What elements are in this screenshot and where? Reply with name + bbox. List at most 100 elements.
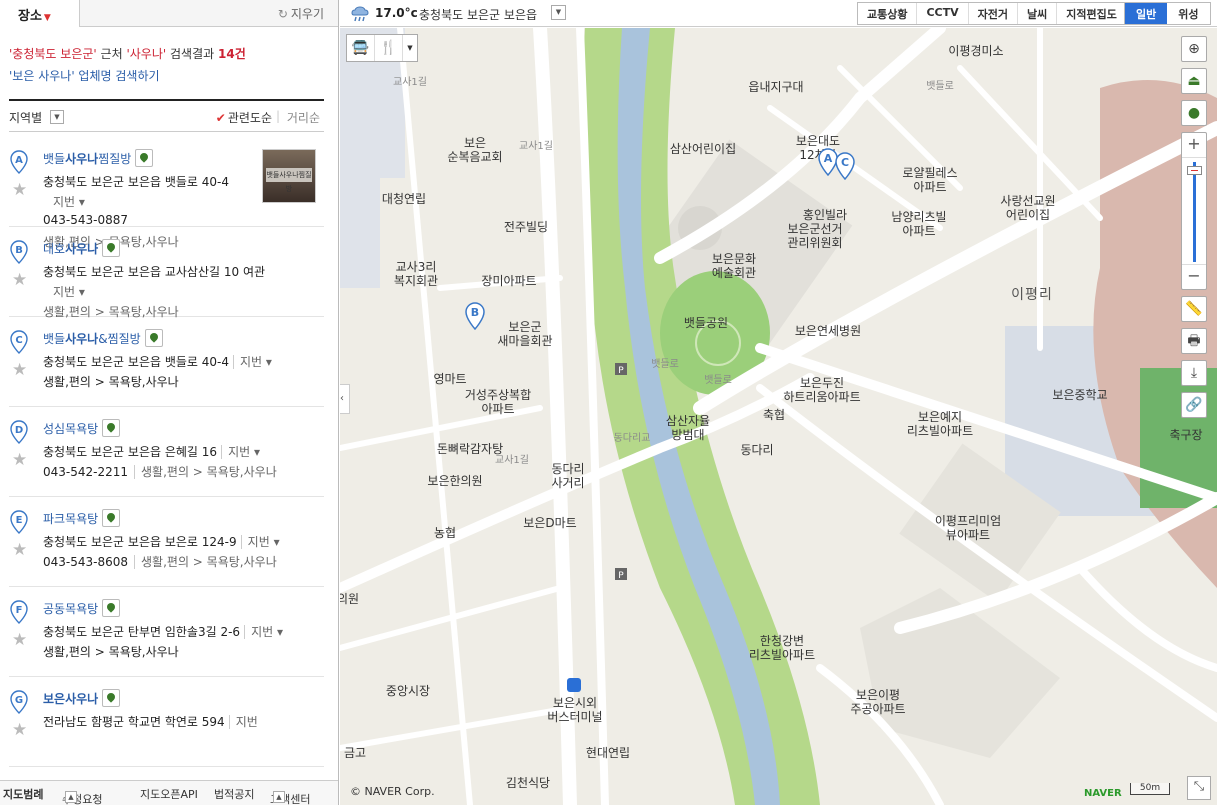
jibun-toggle[interactable]: 지번 [244, 625, 274, 639]
map-api-link[interactable]: 지도오픈API [140, 786, 198, 802]
region-dropdown-button[interactable]: ▼ [50, 110, 64, 124]
map-label: 전주빌딩 [503, 220, 549, 234]
jibun-toggle[interactable]: 지번 [228, 715, 258, 729]
download-icon[interactable]: ⤓ [1181, 360, 1207, 386]
map-category-filter: 🚍 🍴 ▼ [346, 34, 418, 62]
fullscreen-icon[interactable]: ⤡ [1187, 776, 1211, 800]
link-icon[interactable]: 🔗 [1181, 392, 1207, 418]
jibun-toggle[interactable]: 지번 [53, 195, 75, 209]
jibun-toggle[interactable]: 지번 [233, 355, 263, 369]
result-title[interactable]: 대호사우나 [43, 239, 121, 257]
restaurant-icon[interactable]: 🍴 [375, 35, 403, 61]
result-address: 충청북도 보은군 보은읍 뱃들로 40-4 지번 ▾ [43, 353, 272, 370]
result-title[interactable]: 뱃들사우나&찜질방 [43, 329, 163, 347]
address-text: 충청북도 보은군 보은읍 뱃들로 40-4 [43, 175, 230, 189]
title-highlight: 사우나 [65, 332, 99, 346]
map-pin-badge-icon[interactable] [102, 599, 121, 617]
map-pin-badge-icon[interactable] [144, 329, 163, 347]
map-pin-badge-icon[interactable] [102, 239, 121, 257]
marker-pin-icon: A [10, 150, 28, 174]
crosshair-icon[interactable]: ⊕ [1181, 36, 1207, 62]
layer-bicycle-button[interactable]: 자전거 [968, 3, 1019, 24]
map-label: 남양리츠빌 아파트 [891, 210, 947, 238]
zoom-out-button[interactable]: − [1182, 265, 1206, 289]
result-thumbnail[interactable]: 뱃들사우나찜질방 [262, 149, 316, 203]
map-type-normal-button[interactable]: 일반 [1125, 3, 1168, 24]
list-item[interactable]: B ★ 대호사우나 충청북도 보은군 보은읍 교사삼산길 10 여관 지번 ▾ … [9, 227, 324, 319]
map-pin-badge-icon[interactable] [102, 509, 121, 527]
map-label: 이평프리미엄 뷰아파트 [934, 514, 1002, 542]
map-pin-badge-icon[interactable] [135, 149, 154, 167]
result-title[interactable]: 공동목욕탕 [43, 599, 121, 617]
result-category: 생활,편의 > 목욕탕,사우나 [134, 465, 277, 479]
layer-cctv-button[interactable]: CCTV [917, 3, 969, 24]
print-icon[interactable]: 🖶 [1181, 328, 1207, 354]
map-label: 보은D마트 [523, 516, 577, 530]
clear-button[interactable]: ↻ 지우기 [278, 5, 324, 22]
map-type-satellite-button[interactable]: 위성 [1167, 3, 1209, 24]
results-list: A ★ 뱃들사우나찜질방 충청북도 보은군 보은읍 뱃들로 40-4 지번 ▾ … [9, 137, 324, 767]
star-icon[interactable]: ★ [12, 360, 27, 380]
map-pin-badge-icon[interactable] [102, 419, 121, 437]
star-icon[interactable]: ★ [12, 630, 27, 650]
temperature: 17.0°c [375, 6, 418, 20]
location-dropdown-button[interactable]: ▼ [551, 5, 566, 20]
star-icon[interactable]: ★ [12, 180, 27, 200]
map-legend-link[interactable]: 지도범례 [3, 786, 43, 802]
clear-label: 지우기 [290, 7, 324, 21]
bus-icon[interactable]: 🚍 [347, 35, 375, 61]
list-item[interactable]: D ★ 성심목욕탕 충청북도 보은군 보은읍 은혜길 16 지번 ▾ 043-54… [9, 407, 324, 497]
jibun-toggle[interactable]: 지번 [221, 445, 251, 459]
title-text: 성심목욕탕 [43, 422, 99, 436]
list-item[interactable]: E ★ 파크목욕탕 충청북도 보은군 보은읍 보은로 124-9 지번 ▾ 043… [9, 497, 324, 587]
divider: | [275, 109, 280, 123]
map-label: 대청연립 [381, 192, 427, 206]
list-item[interactable]: F ★ 공동목욕탕 충청북도 보은군 탄부면 임한솔3길 2-6 지번 ▾ 생활,… [9, 587, 324, 677]
divider [9, 99, 324, 101]
zoom-slider[interactable] [1182, 157, 1206, 265]
marker-letter: E [16, 515, 23, 526]
map-label: 보은문화 예술회관 [711, 252, 757, 280]
map-label: 거성주상복합 아파트 [464, 388, 532, 416]
rain-cloud-icon [350, 6, 370, 25]
star-icon[interactable]: ★ [12, 270, 27, 290]
jibun-toggle[interactable]: 지번 [53, 285, 75, 299]
ruler-icon[interactable]: 📏 [1181, 296, 1207, 322]
legal-notice-link[interactable]: 법적공지 [214, 786, 254, 802]
tab-place[interactable]: 장소 ▼ [0, 0, 80, 27]
list-item[interactable]: C ★ 뱃들사우나&찜질방 충청북도 보은군 보은읍 뱃들로 40-4 지번 ▾ … [9, 317, 324, 407]
street-view-icon[interactable]: ⏏ [1181, 68, 1207, 94]
result-title[interactable]: 보은사우나 [43, 689, 121, 707]
star-icon[interactable]: ★ [12, 720, 27, 740]
map-marker-c[interactable]: C [835, 152, 855, 180]
list-item[interactable]: G ★ 보은사우나 전라남도 함평군 학교면 학연로 594 지번 [9, 677, 324, 767]
business-name-search-link[interactable]: '보은 사우나' 업체명 검색하기 [9, 65, 338, 87]
result-title[interactable]: 파크목욕탕 [43, 509, 121, 527]
thumbnail-sign: 뱃들사우나찜질방 [266, 168, 312, 193]
sort-distance[interactable]: 거리순 [287, 109, 320, 126]
map-pin-icon[interactable]: ● [1181, 100, 1207, 126]
caret-down-icon[interactable]: ▼ [403, 35, 417, 61]
summary-line: '충청북도 보은군' 근처 '사우나' 검색결과 14건 [9, 43, 338, 65]
star-icon[interactable]: ★ [12, 450, 27, 470]
collapse-panel-button[interactable]: ‹ [340, 384, 350, 414]
map-canvas[interactable]: P P 이평경미소 읍내지구대 보은 순복음교회 삼산어린이집 보은대도 12차… [340, 28, 1217, 805]
map-marker-b[interactable]: B [465, 302, 485, 330]
summary-count: 14건 [218, 47, 246, 61]
star-icon[interactable]: ★ [12, 540, 27, 560]
list-item[interactable]: A ★ 뱃들사우나찜질방 충청북도 보은군 보은읍 뱃들로 40-4 지번 ▾ … [9, 137, 324, 249]
sort-relevance[interactable]: ✔ 관련도순 [216, 109, 272, 126]
jibun-toggle[interactable]: 지번 [240, 535, 270, 549]
layer-traffic-button[interactable]: 교통상황 [858, 3, 918, 24]
marker-letter: A [824, 152, 833, 165]
result-title[interactable]: 뱃들사우나찜질방 [43, 149, 154, 167]
map-pin-badge-icon[interactable] [102, 689, 121, 707]
result-title[interactable]: 성심목욕탕 [43, 419, 121, 437]
marker-letter: B [471, 306, 479, 319]
map-label: 로얄필레스 아파트 [902, 166, 958, 194]
zoom-slider-handle[interactable] [1187, 166, 1202, 175]
layer-weather-button[interactable]: 날씨 [1018, 3, 1058, 24]
zoom-in-button[interactable]: + [1182, 133, 1206, 157]
layer-cadastral-button[interactable]: 지적편집도 [1057, 3, 1126, 24]
map-label: 이평리 [1011, 287, 1053, 303]
